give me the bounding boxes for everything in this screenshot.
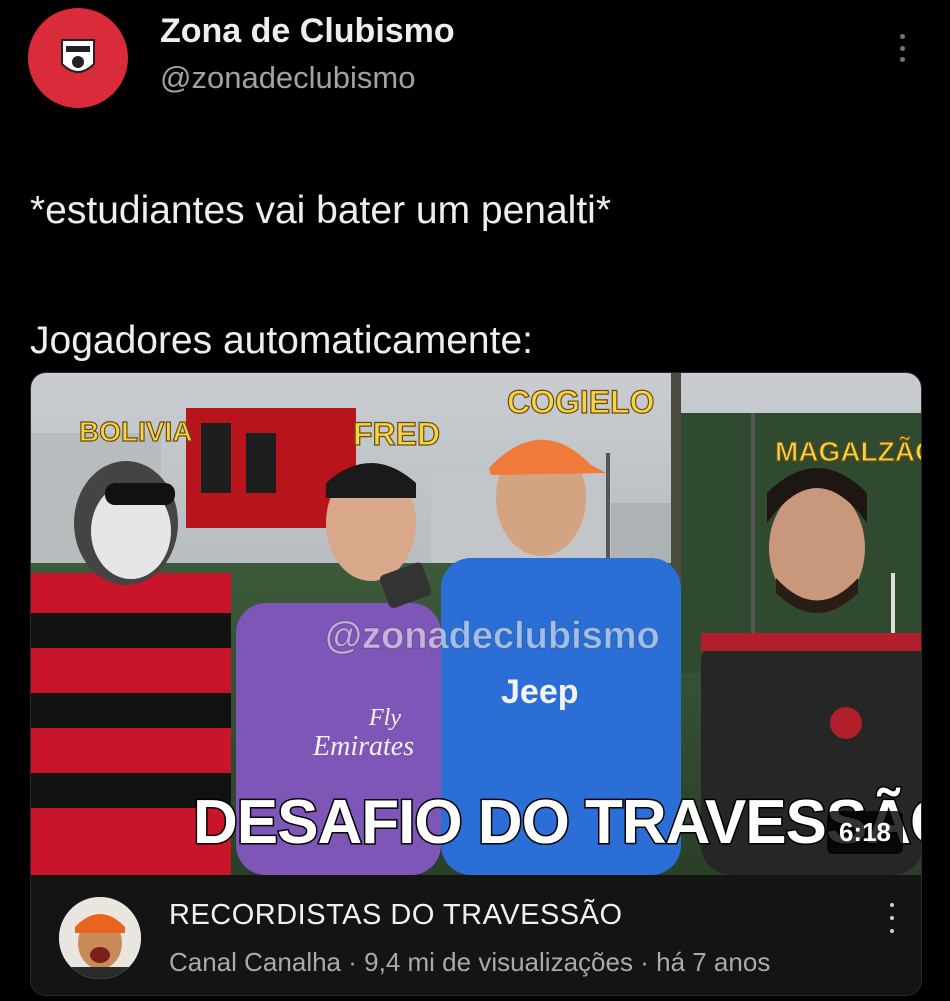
upload-age: há 7 anos (656, 947, 771, 977)
video-card[interactable]: Fly Emirates Jeep BOLIVIA FRED COGIELO M… (30, 372, 922, 996)
jersey-text-fly: Fly (368, 705, 401, 731)
tweet-header: Zona de Clubismo @zonadeclubismo (0, 0, 950, 110)
tweet-text-line2: Jogadores automaticamente: (30, 319, 533, 362)
jersey-text-jeep: Jeep (501, 673, 579, 711)
thumbnail-image: Fly Emirates Jeep BOLIVIA FRED COGIELO M… (31, 373, 922, 875)
more-vertical-icon[interactable] (887, 903, 897, 933)
meta-separator: · (640, 947, 649, 977)
display-name[interactable]: Zona de Clubismo (160, 12, 455, 51)
label-fred: FRED (353, 416, 440, 452)
view-count: 9,4 mi de visualizações (364, 947, 633, 977)
watermark: @zonadeclubismo (325, 615, 660, 657)
tweet-text-line1: *estudiantes vai bater um penalti* (30, 189, 612, 232)
account-handle[interactable]: @zonadeclubismo (160, 60, 416, 96)
video-meta: Canal Canalha · 9,4 mi de visualizações … (169, 947, 770, 978)
meta-separator: · (348, 947, 357, 977)
more-vertical-icon[interactable] (892, 30, 912, 66)
label-cogielo: COGIELO (507, 384, 655, 420)
label-magalzao: MAGALZÃO (775, 436, 922, 467)
video-duration: 6:18 (826, 811, 903, 854)
video-headline: DESAFIO DO TRAVESSÃO (193, 788, 922, 857)
jersey-text-emirates: Emirates (312, 731, 414, 762)
label-bolivia: BOLIVIA (79, 416, 193, 447)
video-title[interactable]: RECORDISTAS DO TRAVESSÃO (169, 899, 623, 932)
channel-avatar[interactable] (59, 897, 141, 979)
club-badge-icon (61, 39, 95, 73)
video-thumbnail[interactable]: Fly Emirates Jeep BOLIVIA FRED COGIELO M… (31, 373, 922, 875)
channel-name[interactable]: Canal Canalha (169, 947, 341, 977)
video-info: RECORDISTAS DO TRAVESSÃO Canal Canalha ·… (31, 875, 921, 995)
account-avatar[interactable] (28, 8, 128, 108)
channel-avatar-image (59, 897, 141, 979)
